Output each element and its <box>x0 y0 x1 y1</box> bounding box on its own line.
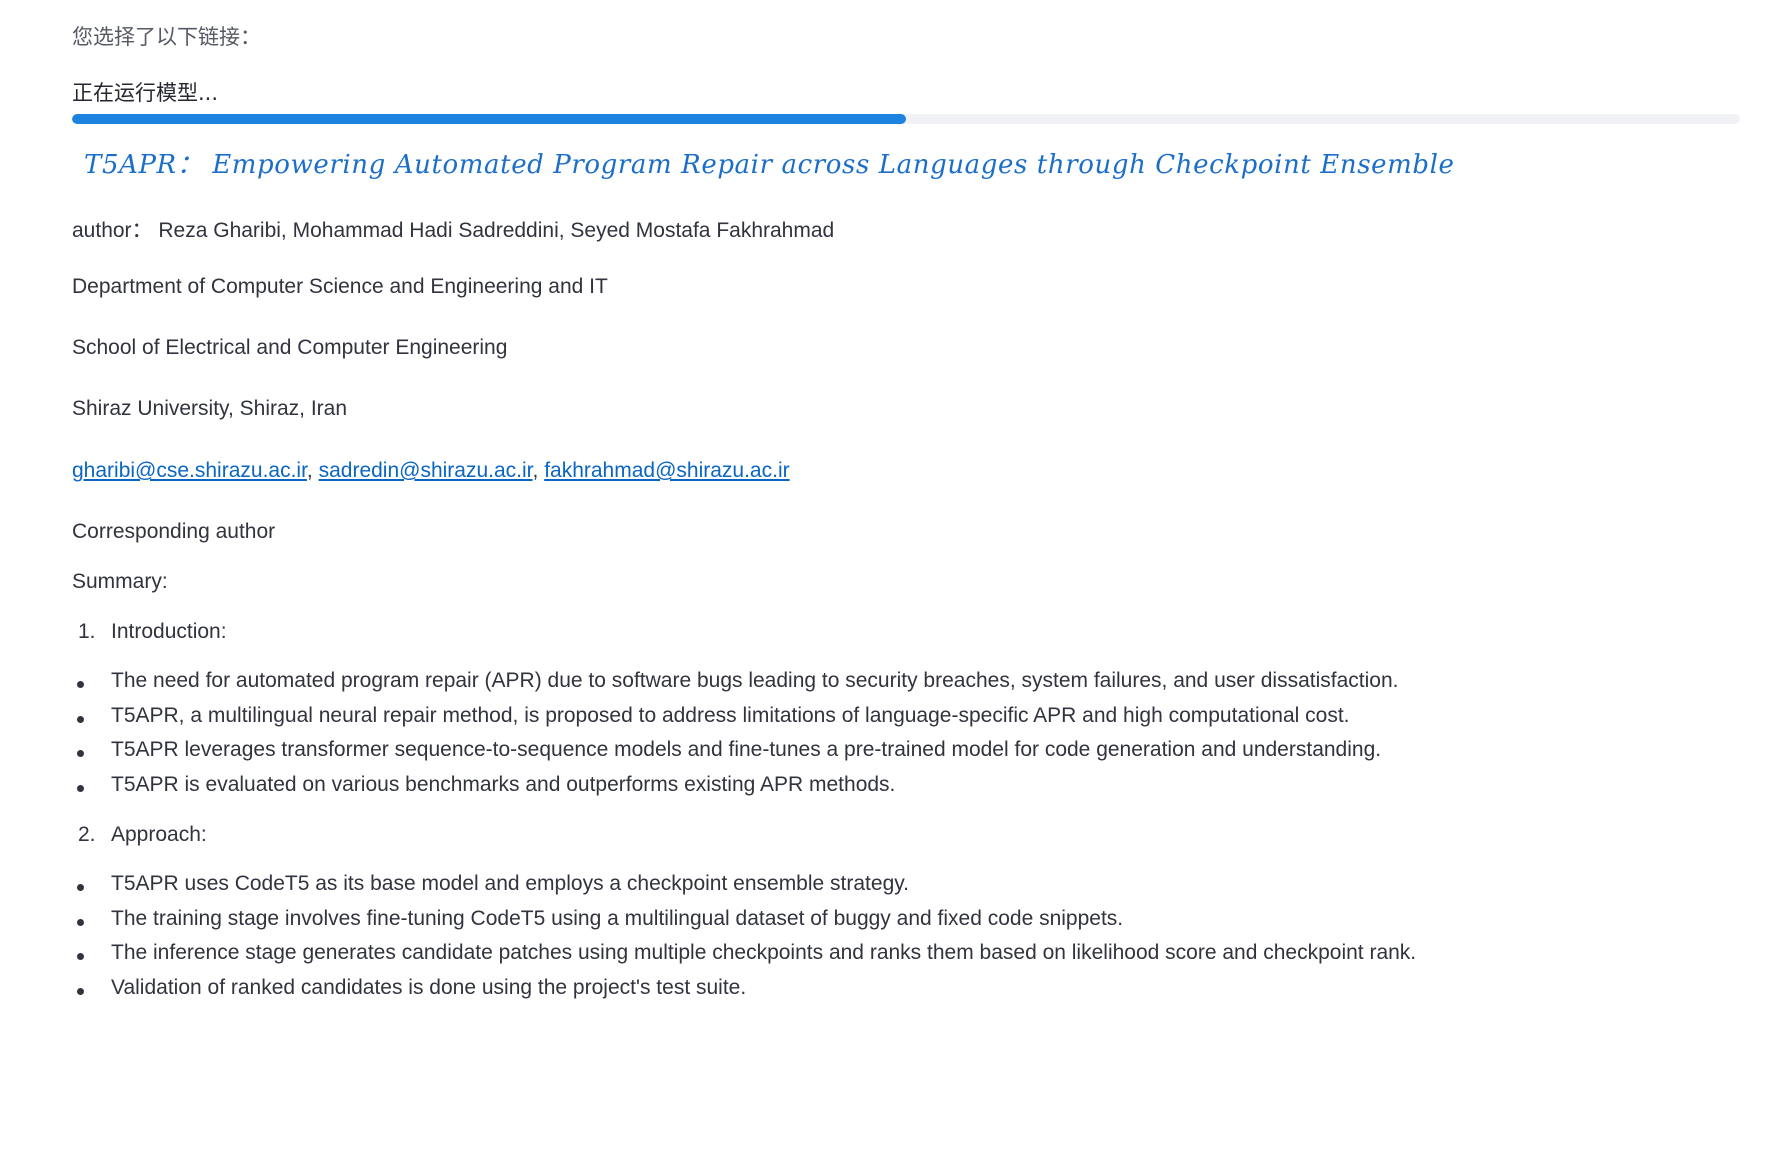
selected-links-label: 您选择了以下链接： <box>72 25 261 49</box>
email-link-fakhrahmad[interactable]: fakhrahmad@shirazu.ac.ir <box>544 459 789 482</box>
bullet-icon <box>77 785 84 792</box>
email-separator: , <box>306 459 319 482</box>
bullet-icon <box>77 681 84 688</box>
list-item: The need for automated program repair (A… <box>111 669 1399 692</box>
progress-bar <box>72 114 1740 124</box>
affiliation-school: School of Electrical and Computer Engine… <box>72 336 508 359</box>
bullet-icon <box>77 750 84 757</box>
paper-title: T5APR： Empowering Automated Program Repa… <box>84 150 1455 180</box>
corresponding-author: Corresponding author <box>72 520 276 543</box>
summary-label: Summary: <box>72 570 168 593</box>
email-link-gharibi[interactable]: gharibi@cse.shirazu.ac.ir <box>72 459 307 482</box>
section-number: 1. <box>78 620 96 643</box>
author-line: author： Reza Gharibi, Mohammad Hadi Sadr… <box>72 219 835 242</box>
section-title-approach: Approach: <box>111 823 207 846</box>
list-item: The training stage involves fine-tuning … <box>111 907 1124 930</box>
status-text: 正在运行模型... <box>72 81 219 105</box>
bullet-icon <box>77 988 84 995</box>
bullet-icon <box>77 884 84 891</box>
bullet-icon <box>77 953 84 960</box>
list-item: T5APR uses CodeT5 as its base model and … <box>111 872 910 895</box>
list-item: T5APR is evaluated on various benchmarks… <box>111 773 896 796</box>
list-item: Validation of ranked candidates is done … <box>111 976 747 999</box>
email-separator: , <box>532 459 545 482</box>
section-title-introduction: Introduction: <box>111 620 227 643</box>
section-number: 2. <box>78 823 96 846</box>
bullet-icon <box>77 716 84 723</box>
list-item: T5APR leverages transformer sequence-to-… <box>111 738 1382 761</box>
bullet-icon <box>77 919 84 926</box>
email-list: gharibi@cse.shirazu.ac.ir, sadredin@shir… <box>72 459 790 483</box>
progress-bar-fill <box>72 114 906 124</box>
affiliation-university: Shiraz University, Shiraz, Iran <box>72 397 348 420</box>
list-item: The inference stage generates candidate … <box>111 941 1417 964</box>
affiliation-department: Department of Computer Science and Engin… <box>72 275 608 298</box>
list-item: T5APR, a multilingual neural repair meth… <box>111 704 1350 727</box>
email-link-sadredin[interactable]: sadredin@shirazu.ac.ir <box>319 459 533 482</box>
